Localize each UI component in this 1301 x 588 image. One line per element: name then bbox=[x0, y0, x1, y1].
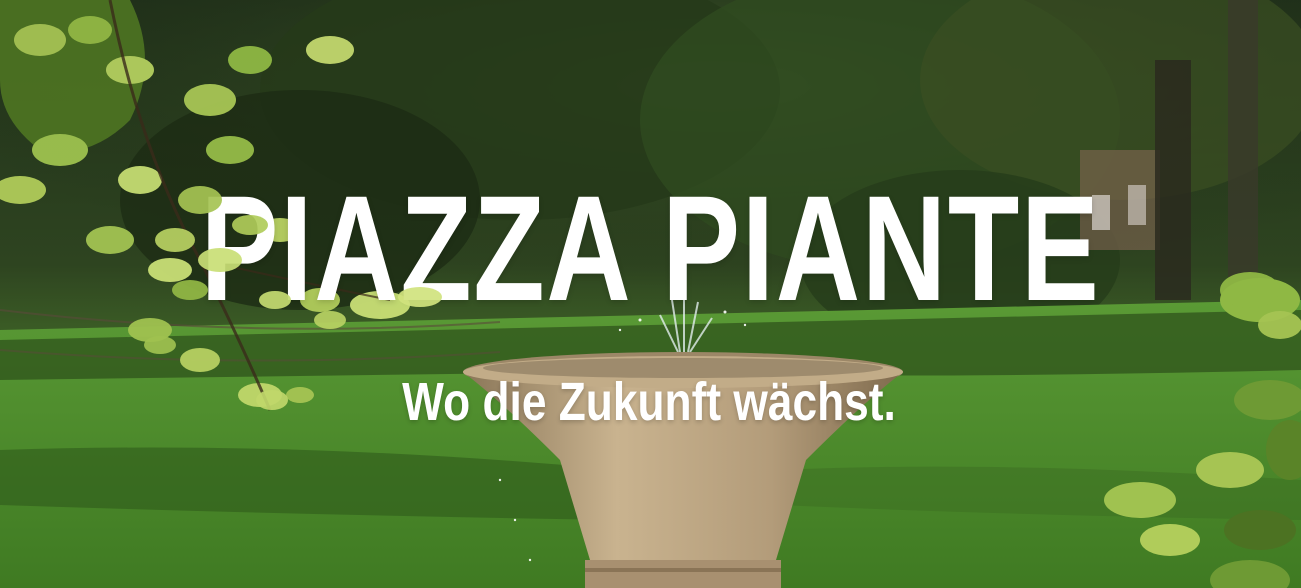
hero-title: PIAZZA PIANTE bbox=[200, 164, 1101, 332]
hero-section: PIAZZA PIANTE Wo die Zukunft wächst. bbox=[0, 0, 1301, 588]
hero-subtitle: Wo die Zukunft wächst. bbox=[402, 372, 896, 432]
